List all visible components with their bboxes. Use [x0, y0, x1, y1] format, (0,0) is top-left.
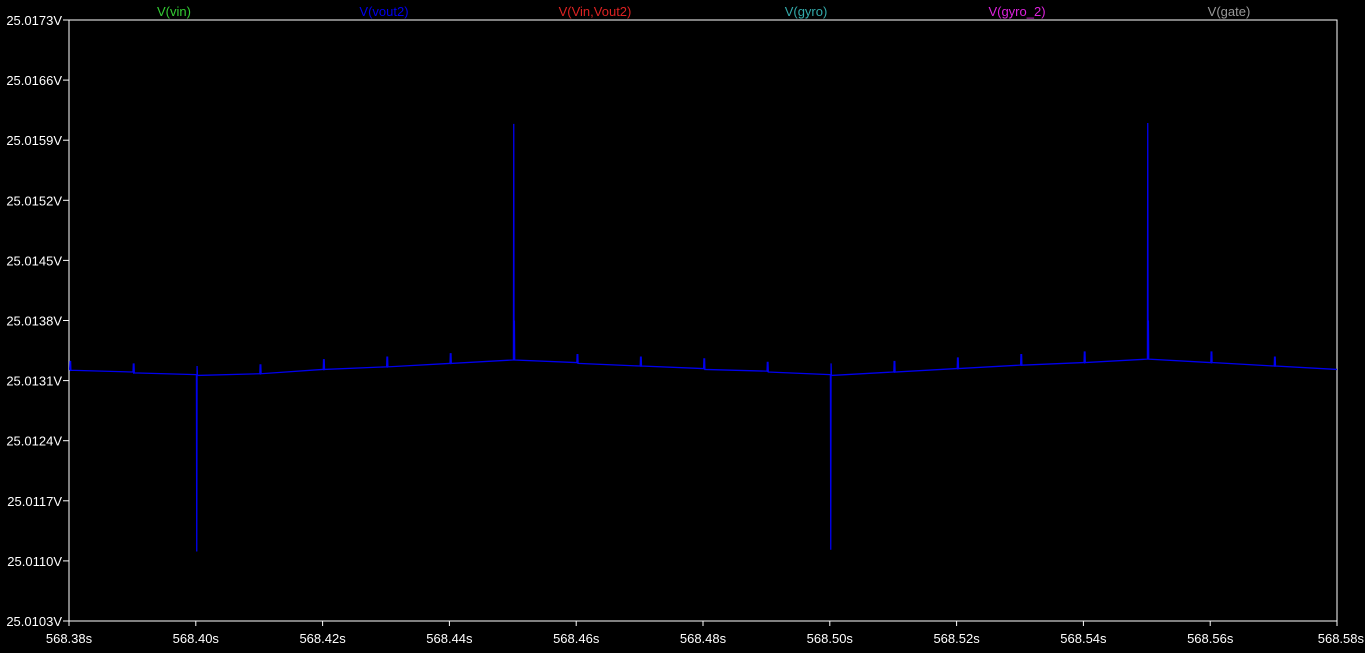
- x-tick-label: 568.58s: [1318, 631, 1365, 646]
- waveform-plot[interactable]: V(vin) V(vout2) V(Vin,Vout2) V(gyro) V(gyro_…: [0, 0, 1365, 648]
- y-tick-label: 25.0145V: [6, 253, 62, 268]
- x-tick-label: 568.48s: [680, 631, 727, 646]
- trace-legend: V(vin) V(vout2) V(Vin,Vout2) V(gyro) V(gyro_…: [157, 4, 1250, 19]
- x-tick-label: 568.46s: [553, 631, 600, 646]
- legend-entry[interactable]: V(Vin,Vout2): [559, 4, 632, 19]
- plot-border: [68, 19, 1338, 622]
- x-tick-label: 568.40s: [173, 631, 220, 646]
- legend-entry[interactable]: V(vout2): [359, 4, 408, 19]
- y-tick-label: 25.0124V: [6, 434, 62, 449]
- legend-entry[interactable]: V(gyro): [785, 4, 828, 19]
- trace-area[interactable]: [68, 123, 1338, 552]
- x-tick-label: 568.42s: [299, 631, 346, 646]
- x-tick-label: 568.54s: [1060, 631, 1107, 646]
- x-tick-label: 568.52s: [933, 631, 980, 646]
- trace-line[interactable]: [68, 123, 1338, 552]
- y-tick-label: 25.0138V: [6, 314, 62, 329]
- x-axis: 568.38s 568.40s 568.42s 568.44s 568.46s 568.4…: [46, 621, 1365, 646]
- y-tick-label: 25.0152V: [6, 193, 62, 208]
- x-tick-label: 568.56s: [1187, 631, 1234, 646]
- legend-entry[interactable]: V(gyro_2): [988, 4, 1045, 19]
- legend-entry[interactable]: V(vin): [157, 4, 191, 19]
- plot-frame: [68, 19, 1338, 622]
- y-tick-label: 25.0117V: [7, 494, 62, 509]
- x-tick-label: 568.44s: [426, 631, 473, 646]
- y-tick-label: 25.0173V: [6, 13, 62, 28]
- x-tick-label: 568.50s: [807, 631, 854, 646]
- legend-entry[interactable]: V(gate): [1208, 4, 1251, 19]
- waveform-viewer[interactable]: V(vin) V(vout2) V(Vin,Vout2) V(gyro) V(gyro_…: [0, 0, 1365, 648]
- x-tick-label: 568.38s: [46, 631, 93, 646]
- y-axis: 25.0173V 25.0166V 25.0159V 25.0152V 25.0145V…: [6, 13, 69, 629]
- y-tick-label: 25.0110V: [7, 554, 62, 569]
- y-tick-label: 25.0131V: [6, 374, 62, 389]
- y-tick-label: 25.0166V: [6, 73, 62, 88]
- y-tick-label: 25.0159V: [6, 133, 62, 148]
- y-tick-label: 25.0103V: [6, 614, 62, 629]
